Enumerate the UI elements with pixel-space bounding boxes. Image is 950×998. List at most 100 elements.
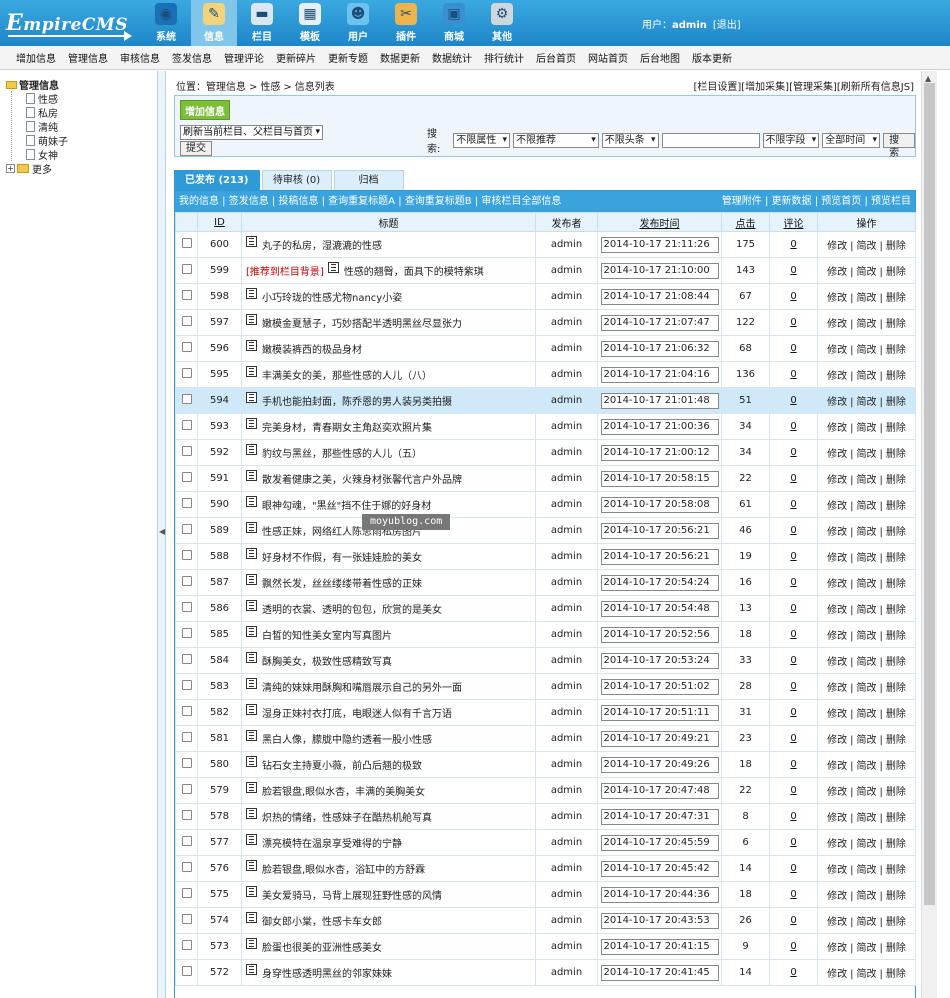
row-delete-link[interactable]: 删除: [886, 241, 906, 252]
row-comments-link[interactable]: 0: [790, 837, 796, 848]
row-doc-icon[interactable]: [246, 626, 257, 637]
nav-item-0[interactable]: ◉ 系统: [143, 0, 189, 46]
nav-item-6[interactable]: ▣ 商城: [431, 0, 477, 46]
row-title-link[interactable]: 好身材不作假，有一张娃娃脸的美女: [262, 553, 422, 564]
row-title-link[interactable]: 嫩模金夏慧子，巧妙搭配半透明黑丝尽显张力: [262, 319, 462, 330]
row-time-input[interactable]: 2014-10-17 21:07:47: [600, 314, 719, 331]
row-comments-link[interactable]: 0: [790, 239, 796, 250]
row-simple-edit-link[interactable]: 简改: [857, 423, 877, 434]
row-title-link[interactable]: 嫩模装裤西的极品身材: [262, 345, 362, 356]
row-checkbox[interactable]: [181, 940, 192, 950]
row-checkbox[interactable]: [181, 862, 192, 872]
row-checkbox[interactable]: [181, 264, 192, 274]
row-delete-link[interactable]: 删除: [886, 917, 906, 928]
row-time-input[interactable]: 2014-10-17 21:00:36: [600, 418, 719, 435]
sidebar-splitter[interactable]: ◀: [158, 71, 166, 998]
row-time-input[interactable]: 2014-10-17 20:45:59: [600, 834, 719, 851]
row-edit-link[interactable]: 修改: [827, 631, 847, 642]
row-time-input[interactable]: 2014-10-17 20:52:56: [600, 626, 719, 643]
row-simple-edit-link[interactable]: 简改: [857, 345, 877, 356]
row-delete-link[interactable]: 删除: [886, 735, 906, 746]
row-checkbox[interactable]: [181, 394, 192, 404]
row-doc-icon[interactable]: [246, 236, 257, 247]
row-delete-link[interactable]: 删除: [886, 527, 906, 538]
row-simple-edit-link[interactable]: 简改: [857, 449, 877, 460]
row-doc-icon[interactable]: [246, 704, 257, 715]
row-comments-link[interactable]: 0: [790, 681, 796, 692]
row-edit-link[interactable]: 修改: [827, 865, 847, 876]
row-time-input[interactable]: 2014-10-17 20:43:53: [600, 912, 719, 929]
tab-pending[interactable]: 待审核 (0): [261, 170, 332, 190]
row-doc-icon[interactable]: [246, 392, 257, 403]
row-title-link[interactable]: 透明的衣裳、透明的包包，欣赏的是美女: [262, 605, 442, 616]
row-comments-link[interactable]: 0: [790, 317, 796, 328]
row-delete-link[interactable]: 删除: [886, 865, 906, 876]
tree-root[interactable]: 管理信息: [6, 77, 157, 92]
row-delete-link[interactable]: 删除: [886, 579, 906, 590]
header-hits[interactable]: 点击: [721, 212, 770, 232]
row-checkbox[interactable]: [181, 602, 192, 612]
row-checkbox[interactable]: [181, 628, 192, 638]
row-simple-edit-link[interactable]: 简改: [857, 683, 877, 694]
tree-item-4[interactable]: 女神: [26, 147, 157, 162]
row-simple-edit-link[interactable]: 简改: [857, 839, 877, 850]
row-simple-edit-link[interactable]: 简改: [857, 813, 877, 824]
row-simple-edit-link[interactable]: 简改: [857, 319, 877, 330]
row-edit-link[interactable]: 修改: [827, 319, 847, 330]
row-time-input[interactable]: 2014-10-17 20:44:36: [600, 886, 719, 903]
row-title-link[interactable]: 炽热的情绪，性感妹子在酷热机舱写真: [262, 813, 432, 824]
row-simple-edit-link[interactable]: 简改: [857, 397, 877, 408]
row-edit-link[interactable]: 修改: [827, 787, 847, 798]
row-title-link[interactable]: 湿身正妹衬衣打底，电眼迷人似有千言万语: [262, 709, 452, 720]
row-time-input[interactable]: 2014-10-17 20:49:26: [600, 756, 719, 773]
row-edit-link[interactable]: 修改: [827, 553, 847, 564]
recommend-filter-select[interactable]: 不限推荐: [513, 132, 599, 148]
row-delete-link[interactable]: 删除: [886, 969, 906, 980]
row-doc-icon[interactable]: [246, 938, 257, 949]
nav-item-3[interactable]: ▦ 模板: [287, 0, 333, 46]
menu-item-0[interactable]: 增加信息: [10, 50, 62, 65]
row-comments-link[interactable]: 0: [790, 525, 796, 536]
row-doc-icon[interactable]: [246, 886, 257, 897]
row-edit-link[interactable]: 修改: [827, 397, 847, 408]
row-time-input[interactable]: 2014-10-17 20:41:45: [600, 964, 719, 981]
row-time-input[interactable]: 2014-10-17 21:04:16: [600, 366, 719, 383]
row-doc-icon[interactable]: [246, 652, 257, 663]
row-edit-link[interactable]: 修改: [827, 527, 847, 538]
row-simple-edit-link[interactable]: 简改: [857, 293, 877, 304]
row-simple-edit-link[interactable]: 简改: [857, 267, 877, 278]
row-time-input[interactable]: 2014-10-17 20:58:15: [600, 470, 719, 487]
row-comments-link[interactable]: 0: [790, 785, 796, 796]
row-simple-edit-link[interactable]: 简改: [857, 371, 877, 382]
row-doc-icon[interactable]: [246, 808, 257, 819]
nav-item-4[interactable]: ☻ 用户: [335, 0, 381, 46]
row-edit-link[interactable]: 修改: [827, 345, 847, 356]
row-comments-link[interactable]: 0: [790, 655, 796, 666]
row-time-input[interactable]: 2014-10-17 20:45:42: [600, 860, 719, 877]
row-doc-icon[interactable]: [246, 834, 257, 845]
row-simple-edit-link[interactable]: 简改: [857, 943, 877, 954]
row-comments-link[interactable]: 0: [790, 447, 796, 458]
row-checkbox[interactable]: [181, 836, 192, 846]
row-comments-link[interactable]: 0: [790, 603, 796, 614]
tree-item-0[interactable]: 性感: [26, 91, 157, 106]
row-delete-link[interactable]: 删除: [886, 709, 906, 720]
row-edit-link[interactable]: 修改: [827, 709, 847, 720]
row-comments-link[interactable]: 0: [790, 707, 796, 718]
row-edit-link[interactable]: 修改: [827, 735, 847, 746]
page-scrollbar[interactable]: ▲: [921, 71, 937, 998]
row-doc-icon[interactable]: [246, 782, 257, 793]
row-doc-icon[interactable]: [246, 418, 257, 429]
row-delete-link[interactable]: 删除: [886, 553, 906, 564]
row-time-input[interactable]: 2014-10-17 21:11:26: [600, 236, 719, 253]
row-checkbox[interactable]: [181, 810, 192, 820]
row-simple-edit-link[interactable]: 简改: [857, 605, 877, 616]
row-simple-edit-link[interactable]: 简改: [857, 891, 877, 902]
logout-link[interactable]: [退出]: [713, 20, 741, 31]
row-doc-icon[interactable]: [246, 288, 257, 299]
row-edit-link[interactable]: 修改: [827, 813, 847, 824]
row-comments-link[interactable]: 0: [790, 499, 796, 510]
menu-item-6[interactable]: 更新专题: [322, 50, 374, 65]
nav-item-5[interactable]: ✂ 插件: [383, 0, 429, 46]
time-select[interactable]: 全部时间: [822, 132, 881, 148]
